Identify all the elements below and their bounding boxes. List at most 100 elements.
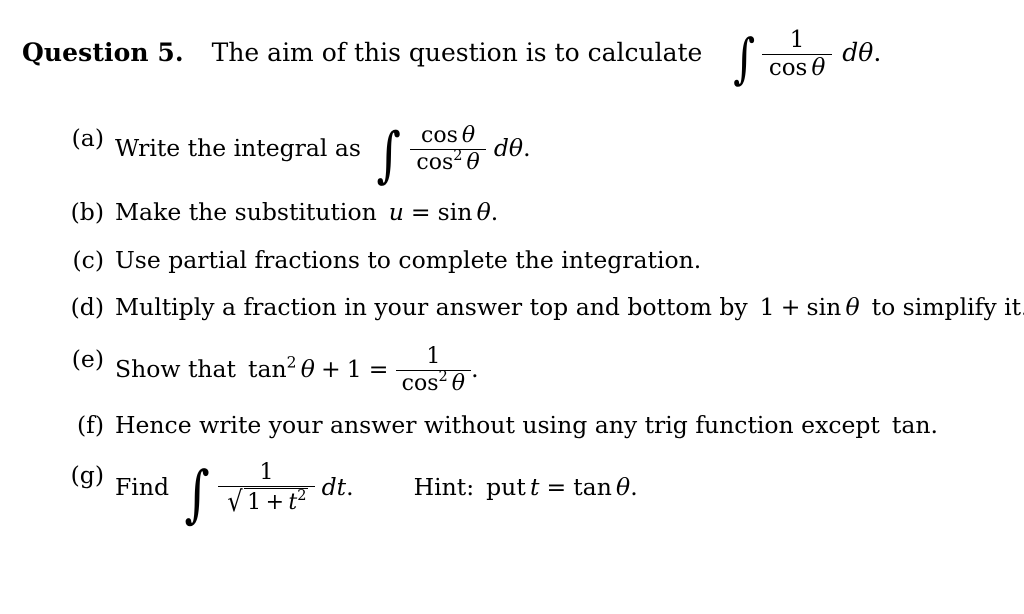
radicand: 1 + t2	[244, 487, 309, 515]
fraction-denominator: cos2 θ	[410, 147, 486, 175]
question-integral-expression: ∫ 1 cos θ dθ.	[730, 28, 882, 86]
part-c-tag: (c)	[72, 246, 105, 274]
exponent-two: 2	[453, 147, 463, 164]
differential-dtheta: dθ	[842, 37, 874, 67]
plus-sign: +	[780, 293, 801, 321]
part-c-body: Use partial fractions to complete the in…	[115, 246, 701, 275]
theta-symbol: θ	[461, 123, 476, 148]
part-a-tag: (a)	[71, 124, 104, 152]
part-d-body: Multiply a fraction in your answer top a…	[115, 293, 1024, 322]
theta-symbol: θ	[451, 370, 465, 396]
fraction-numerator: 1	[426, 344, 441, 369]
question-heading: Question 5. The aim of this question is …	[22, 28, 882, 86]
period: .	[630, 472, 638, 501]
differential-dtheta: dθ	[493, 133, 524, 162]
cos-operator: cos	[401, 370, 439, 396]
hint-instruction: put	[486, 472, 526, 501]
theta-symbol: θ	[466, 149, 480, 175]
theta-symbol: θ	[845, 293, 860, 321]
number-one: 1	[759, 293, 775, 321]
fraction-denominator: √ 1 + t2	[218, 484, 314, 518]
part-a-body: Write the integral as ∫ cos θ cos2 θ dθ.	[115, 124, 531, 185]
part-e-text: Show that	[115, 354, 236, 383]
number-one: 1	[346, 354, 362, 383]
part-f-text: Hence write your answer without using an…	[115, 411, 880, 439]
equals-sign: =	[410, 198, 431, 226]
part-e: (e) Show that tan2 θ +1 = 1 cos2 θ.	[72, 345, 479, 396]
variable-u: u	[388, 198, 404, 226]
part-e-math-expression: tan2 θ +1 = 1 cos2 θ.	[248, 345, 479, 395]
square-root: √ 1 + t2	[224, 484, 309, 518]
cos-operator: cos	[421, 123, 458, 148]
variable-t: t	[288, 489, 298, 515]
fraction: 1 √ 1 + t2	[218, 460, 315, 518]
part-e-body: Show that tan2 θ +1 = 1 cos2 θ.	[115, 345, 479, 396]
part-g-body: Find ∫ 1 √ 1 + t2 dt. Hint: put t = tan θ.	[115, 461, 638, 525]
part-g-tag: (g)	[70, 461, 104, 489]
part-g-math-expression: ∫ 1 √ 1 + t2 dt.	[181, 461, 354, 525]
part-d: (d) Multiply a fraction in your answer t…	[71, 293, 1024, 322]
fraction: cos θ cos2 θ	[410, 124, 486, 175]
cos-operator: cos	[768, 54, 808, 81]
part-d-math-expression: 1 + sin θ	[760, 293, 860, 321]
part-b-math-expression: u = sin θ.	[389, 198, 499, 226]
sin-operator: sin	[806, 293, 842, 321]
part-a: (a) Write the integral as ∫ cos θ cos2 θ dθ.	[72, 124, 531, 185]
fraction-denominator: cos θ	[762, 54, 831, 81]
part-d-tag: (d)	[70, 293, 104, 321]
equals-sign: =	[368, 354, 389, 383]
part-b-text: Make the substitution	[115, 198, 377, 226]
hint-label: Hint:	[413, 472, 475, 501]
radical-sign-icon: √	[227, 484, 243, 518]
part-f-tag: (f)	[76, 411, 104, 439]
integral-sign-icon: ∫	[184, 457, 210, 531]
part-g-text: Find	[115, 472, 169, 501]
period: .	[930, 411, 938, 439]
part-b-tag: (b)	[70, 198, 104, 226]
tan-operator: tan	[891, 411, 931, 439]
part-d-text-after: to simplify it.	[871, 293, 1024, 321]
part-a-text: Write the integral as	[115, 133, 361, 162]
part-f-body: Hence write your answer without using an…	[115, 411, 938, 440]
question-label: Question 5.	[22, 37, 184, 67]
period: .	[490, 198, 499, 226]
part-b: (b) Make the substitution u = sin θ.	[71, 198, 499, 227]
tan-operator: tan	[248, 354, 287, 383]
part-d-text-before: Multiply a fraction in your answer top a…	[115, 293, 748, 321]
differential-dt: dt	[321, 472, 347, 501]
fraction-numerator: 1	[789, 27, 805, 53]
plus-sign: +	[265, 489, 284, 515]
fraction-denominator: cos2 θ	[396, 368, 472, 396]
period: .	[873, 37, 882, 67]
exponent-two: 2	[297, 487, 307, 504]
fraction-numerator: 1	[259, 460, 274, 485]
exponent-two: 2	[286, 353, 297, 372]
part-g: (g) Find ∫ 1 √ 1 + t2 dt. Hint: put t = tan θ.	[71, 461, 638, 525]
tan-operator: tan	[573, 472, 612, 501]
fraction-numerator: cos θ	[410, 124, 486, 148]
plus-sign: +	[320, 354, 341, 383]
part-c-text: Use partial fractions to complete the in…	[115, 246, 702, 274]
worksheet-page: Question 5. The aim of this question is …	[0, 0, 1024, 614]
period: .	[523, 133, 531, 162]
period: .	[471, 354, 479, 383]
theta-symbol: θ	[476, 198, 491, 226]
part-e-tag: (e)	[71, 345, 104, 373]
part-c: (c) Use partial fractions to complete th…	[73, 246, 702, 275]
number-one: 1	[247, 489, 262, 515]
equals-sign: =	[546, 472, 567, 501]
integral-sign-icon: ∫	[733, 27, 756, 91]
question-lead-text: The aim of this question is to calculate	[211, 37, 703, 67]
part-b-body: Make the substitution u = sin θ.	[115, 198, 498, 227]
exponent-two: 2	[438, 368, 448, 385]
integral-sign-icon: ∫	[376, 119, 401, 190]
theta-symbol: θ	[300, 354, 315, 383]
part-a-math-expression: ∫ cos θ cos2 θ dθ.	[373, 124, 531, 185]
fraction: 1 cos θ	[762, 27, 832, 81]
theta-symbol: θ	[616, 472, 631, 501]
part-f: (f) Hence write your answer without usin…	[77, 411, 938, 440]
theta-symbol: θ	[811, 54, 826, 81]
cos-operator: cos	[416, 149, 454, 175]
part-f-math-expression: tan.	[892, 411, 938, 439]
period: .	[346, 472, 354, 501]
